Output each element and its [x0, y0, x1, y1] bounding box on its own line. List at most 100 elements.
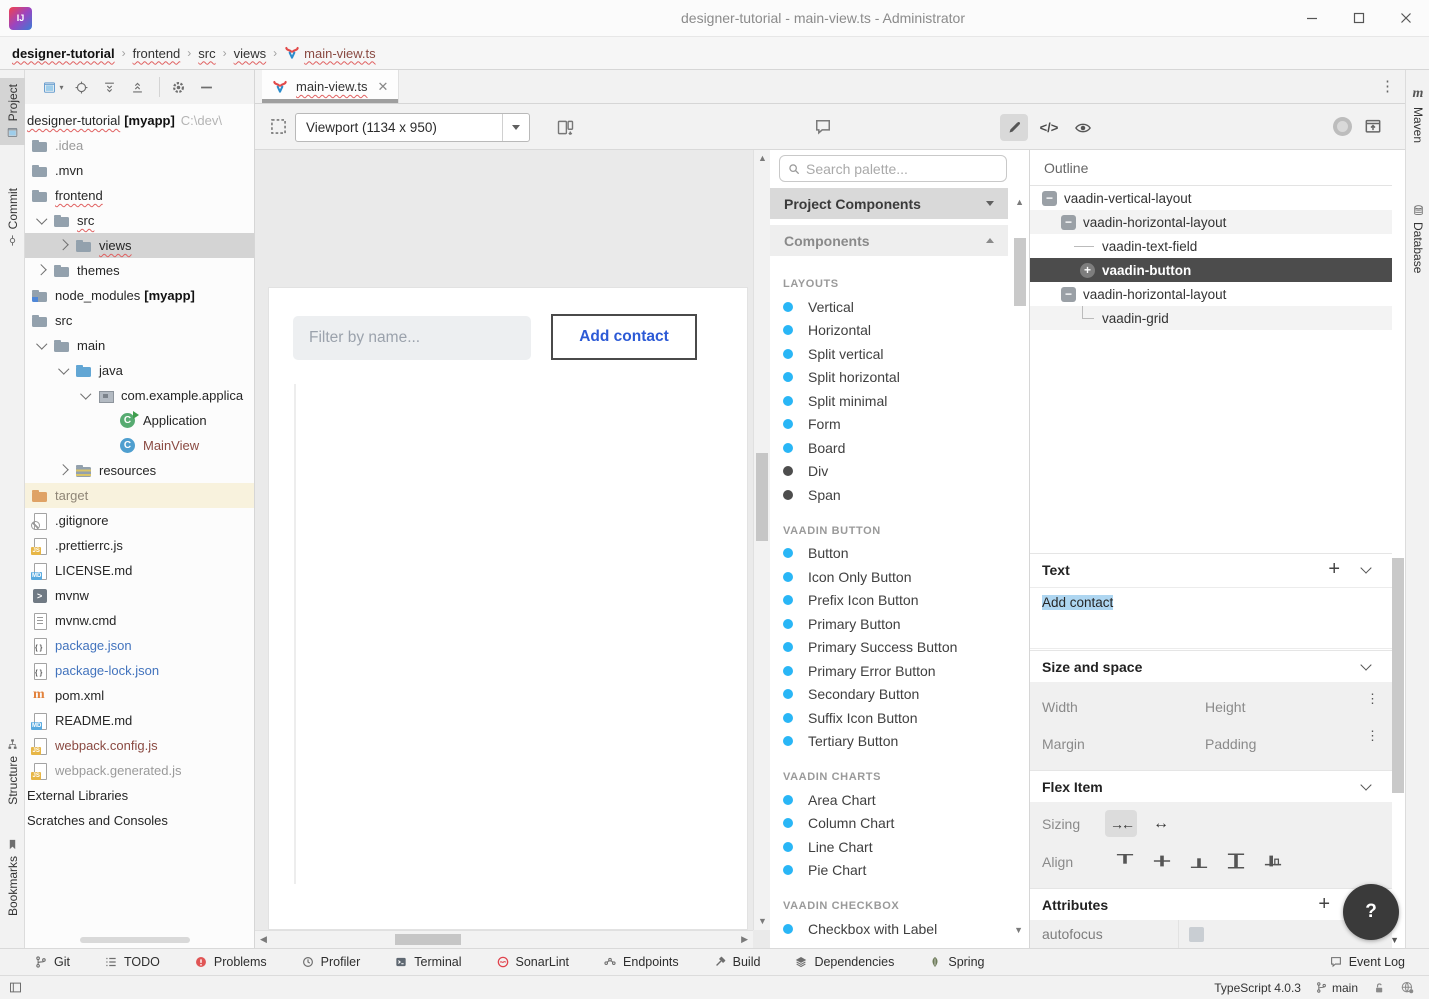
text-section-header[interactable]: Text +: [1030, 553, 1392, 585]
palette-item[interactable]: Horizontal: [770, 319, 1008, 343]
panel-settings-gear-icon[interactable]: [166, 75, 190, 99]
palette-item[interactable]: Area Chart: [770, 788, 1008, 812]
scroll-left-icon[interactable]: ◀: [260, 935, 267, 944]
height-field[interactable]: Height: [1205, 699, 1245, 715]
align-center-icon[interactable]: [1151, 852, 1173, 870]
tree-row[interactable]: mvnw: [25, 583, 254, 608]
palette-item[interactable]: Vertical: [770, 295, 1008, 319]
canvas-vscrollbar[interactable]: ▲ ▼: [753, 150, 770, 930]
tab-options-kebab-icon[interactable]: ⋮: [1380, 77, 1395, 95]
tree-row[interactable]: .gitignore: [25, 508, 254, 533]
tool-stripe-structure[interactable]: Structure: [0, 732, 25, 811]
toolbar-problems[interactable]: Problems: [194, 955, 267, 969]
hide-panel-icon[interactable]: [194, 75, 218, 99]
size-section-header[interactable]: Size and space: [1030, 650, 1392, 682]
viewport-dropdown-button[interactable]: [502, 114, 529, 141]
tree-row[interactable]: src: [25, 208, 254, 233]
palette-item[interactable]: Primary Success Button: [770, 636, 1008, 660]
lock-icon[interactable]: [1372, 981, 1386, 995]
add-contact-button[interactable]: Add contact: [551, 314, 697, 360]
tree-row[interactable]: frontend: [25, 183, 254, 208]
toolbar-spring[interactable]: Spring: [928, 955, 984, 969]
tree-row[interactable]: webpack.config.js: [25, 733, 254, 758]
toolwindow-toggle-icon[interactable]: [8, 980, 23, 995]
flex-section-header[interactable]: Flex Item: [1030, 770, 1392, 802]
palette-item[interactable]: Icon Only Button: [770, 565, 1008, 589]
align-top-icon[interactable]: [1114, 852, 1136, 870]
filter-text-field[interactable]: Filter by name...: [293, 316, 531, 360]
help-button[interactable]: ?: [1343, 884, 1399, 940]
outline-row[interactable]: vaadin-horizontal-layout: [1030, 282, 1392, 306]
scroll-down-icon[interactable]: ▼: [758, 917, 767, 926]
tree-row[interactable]: webpack.generated.js: [25, 758, 254, 783]
tree-row[interactable]: Application: [25, 408, 254, 433]
viewport-select[interactable]: Viewport (1134 x 950): [295, 113, 530, 142]
code-mode-icon[interactable]: </>: [1035, 114, 1063, 141]
tree-row[interactable]: node_modules [myapp]: [25, 283, 254, 308]
tree-row[interactable]: package-lock.json: [25, 658, 254, 683]
palette-item[interactable]: Tertiary Button: [770, 730, 1008, 754]
close-icon[interactable]: [1382, 0, 1429, 36]
palette-item[interactable]: LAYOUTS: [770, 260, 1008, 295]
align-bottom-icon[interactable]: [1188, 852, 1210, 870]
scroll-up-icon[interactable]: ▲: [758, 154, 767, 163]
palette-scroll-down-icon[interactable]: ▼: [1014, 926, 1023, 935]
tree-row[interactable]: resources: [25, 458, 254, 483]
palette-item[interactable]: Board: [770, 436, 1008, 460]
outline-expander-icon[interactable]: [1042, 191, 1057, 206]
palette-item[interactable]: Span: [770, 483, 1008, 507]
outline-row[interactable]: vaadin-vertical-layout: [1030, 186, 1392, 210]
toolbar-event-log[interactable]: Event Log: [1329, 955, 1405, 969]
locate-file-icon[interactable]: [69, 75, 93, 99]
outline-expander-icon[interactable]: [1061, 287, 1076, 302]
palette-section-components[interactable]: Components: [770, 225, 1008, 256]
add-attribute-icon[interactable]: +: [1318, 893, 1330, 916]
tree-row[interactable]: target: [25, 483, 254, 508]
palette-item[interactable]: Split vertical: [770, 342, 1008, 366]
palette-item[interactable]: Suffix Icon Button: [770, 706, 1008, 730]
breadcrumb-project[interactable]: designer-tutorial: [12, 46, 115, 61]
outline-expander-icon[interactable]: [1080, 263, 1095, 278]
tree-expander-icon[interactable]: [31, 343, 53, 348]
toolbar-sonarlint[interactable]: SonarLint: [496, 955, 570, 969]
collapse-all-icon[interactable]: [125, 75, 149, 99]
tree-row[interactable]: designer-tutorial [myapp] C:\dev\: [25, 108, 254, 133]
palette-item[interactable]: Secondary Button: [770, 683, 1008, 707]
space-options-kebab-icon[interactable]: ⋮: [1366, 733, 1379, 738]
size-options-kebab-icon[interactable]: ⋮: [1366, 696, 1379, 701]
breadcrumb-file[interactable]: main-view.ts: [304, 46, 376, 61]
palette-item[interactable]: Column Chart: [770, 812, 1008, 836]
palette-item[interactable]: Pie Chart: [770, 859, 1008, 883]
breadcrumb-src[interactable]: src: [198, 46, 215, 61]
comment-bubble-icon[interactable]: [813, 117, 833, 137]
canvas-hscrollbar[interactable]: ◀ ▶: [255, 930, 753, 948]
sizing-grow-button[interactable]: ↔: [1145, 810, 1177, 837]
tree-expander-icon[interactable]: [31, 218, 53, 223]
palette-search-input[interactable]: [806, 161, 1006, 177]
toolbar-dependencies[interactable]: Dependencies: [794, 955, 894, 969]
palette-item[interactable]: Line Chart: [770, 835, 1008, 859]
orientation-icon[interactable]: [555, 117, 576, 138]
palette-item[interactable]: Button: [770, 542, 1008, 566]
tree-row[interactable]: java: [25, 358, 254, 383]
outline-expander-icon[interactable]: [1080, 239, 1095, 254]
width-field[interactable]: Width: [1042, 699, 1078, 715]
toolbar-endpoints[interactable]: Endpoints: [603, 955, 679, 969]
git-branch-widget[interactable]: main: [1315, 981, 1358, 995]
outline-row[interactable]: vaadin-button: [1030, 258, 1392, 282]
palette-item[interactable]: Split horizontal: [770, 366, 1008, 390]
tree-expander-icon[interactable]: [75, 393, 97, 398]
palette-item[interactable]: VAADIN CHECKBOX: [770, 882, 1008, 917]
maximize-icon[interactable]: [1335, 0, 1382, 36]
outline-expander-icon[interactable]: [1061, 215, 1076, 230]
align-stretch-icon[interactable]: [1225, 852, 1247, 870]
tree-row[interactable]: themes: [25, 258, 254, 283]
breadcrumb-frontend[interactable]: frontend: [133, 46, 181, 61]
palette-scroll-up-icon[interactable]: ▲: [1015, 198, 1024, 207]
attributes-section-header[interactable]: Attributes +: [1030, 888, 1392, 920]
canvas-vscroll-thumb[interactable]: [756, 453, 768, 541]
tree-row[interactable]: .prettierrc.js: [25, 533, 254, 558]
palette-item[interactable]: Split minimal: [770, 389, 1008, 413]
toolbar-terminal[interactable]: Terminal: [394, 955, 461, 969]
tree-row[interactable]: src: [25, 308, 254, 333]
